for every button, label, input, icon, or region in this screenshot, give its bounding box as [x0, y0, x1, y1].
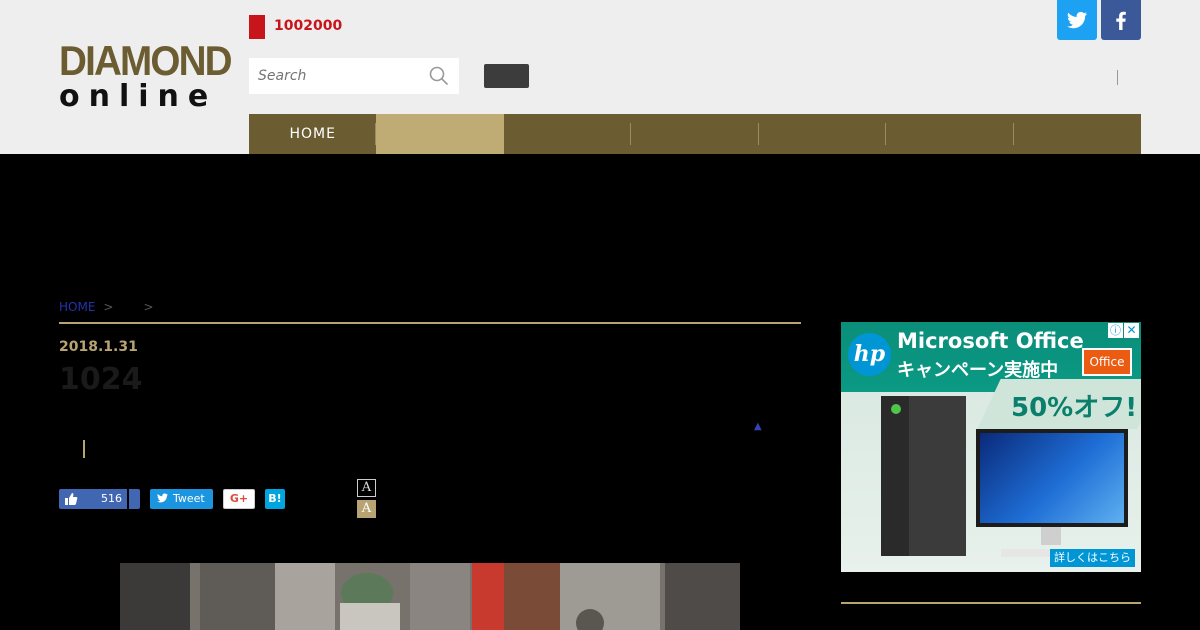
- nav-item-5[interactable]: [886, 114, 1014, 154]
- hp-logo-icon: hp: [848, 333, 891, 376]
- breadcrumb-home[interactable]: HOME: [59, 300, 95, 314]
- pc-tower-image: [881, 396, 966, 556]
- tweet-button[interactable]: Tweet: [150, 489, 213, 509]
- breadcrumb-separator: >: [143, 300, 154, 314]
- article-photo: [120, 563, 740, 630]
- promo-marker: [249, 15, 265, 39]
- office-badge: Office: [1082, 348, 1132, 376]
- breadcrumb-separator: >: [103, 300, 114, 314]
- author-marker: [83, 440, 85, 458]
- site-header: DIAMOND online 1002000 HOME: [0, 0, 1200, 154]
- search-icon[interactable]: [429, 66, 449, 86]
- header-divider: [1117, 70, 1118, 85]
- twitter-button[interactable]: [1057, 0, 1097, 40]
- tweet-label: Tweet: [173, 492, 205, 505]
- search-input[interactable]: [249, 58, 424, 94]
- font-size-small-button[interactable]: A: [357, 479, 376, 497]
- ad-headline: Microsoft Office: [897, 329, 1084, 353]
- monitor-screen: [980, 433, 1124, 523]
- nav-item-4[interactable]: [759, 114, 887, 154]
- nav-item-home[interactable]: HOME: [249, 114, 377, 154]
- caret-up-icon[interactable]: ▲: [754, 421, 762, 432]
- font-size-large-button[interactable]: A: [357, 500, 376, 518]
- hatena-bookmark-button[interactable]: B!: [265, 489, 285, 509]
- site-logo[interactable]: DIAMOND online: [59, 37, 233, 114]
- facebook-like-button[interactable]: 516: [59, 489, 140, 509]
- nav-label: HOME: [289, 126, 336, 142]
- logo-line2: online: [59, 79, 218, 114]
- article-date: 2018.1.31: [59, 339, 138, 355]
- like-count-edge: [127, 489, 129, 509]
- promo-text: 1002000: [274, 18, 343, 34]
- thumbs-up-icon: [65, 493, 78, 505]
- twitter-icon: [157, 493, 168, 503]
- nav-item-3[interactable]: [631, 114, 759, 154]
- search-box: [249, 58, 459, 94]
- like-count: 516: [87, 489, 127, 509]
- pc-tower-side: [909, 396, 966, 556]
- breadcrumb-divider: [59, 322, 801, 324]
- ad-offer: 50%オフ!: [1011, 393, 1138, 423]
- sidebar-ad[interactable]: hp Microsoft Office キャンペーン実施中 Office 50%…: [841, 322, 1141, 572]
- page-title: 1024: [59, 362, 143, 397]
- ad-info-icon[interactable]: ⓘ: [1108, 323, 1123, 338]
- nav-item-1[interactable]: [376, 114, 504, 154]
- logo-line1: DIAMOND: [59, 37, 233, 84]
- pc-tower-led: [891, 404, 901, 414]
- ad-close-icon[interactable]: ✕: [1124, 323, 1139, 338]
- ad-subheadline: キャンペーン実施中: [897, 360, 1059, 381]
- breadcrumb: HOME > >: [59, 300, 162, 314]
- sidebar-divider: [841, 602, 1141, 604]
- ad-cta-button[interactable]: 詳しくはこちら: [1050, 549, 1135, 567]
- monitor-stand: [1041, 527, 1061, 545]
- monitor-image: [976, 429, 1128, 527]
- main-nav: HOME: [249, 114, 1141, 154]
- facebook-button[interactable]: [1101, 0, 1141, 40]
- nav-item-2[interactable]: [504, 114, 632, 154]
- google-plus-button[interactable]: G+: [223, 489, 255, 509]
- nav-item-6[interactable]: [1014, 114, 1141, 154]
- login-button[interactable]: [484, 64, 529, 88]
